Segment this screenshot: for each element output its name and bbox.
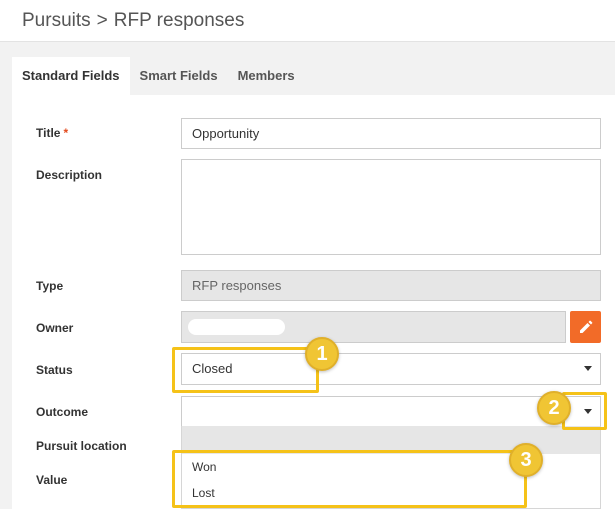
owner-pill	[188, 319, 285, 335]
status-label: Status	[36, 363, 73, 377]
title-input[interactable]: Opportunity	[181, 118, 601, 149]
pursuit-location-label: Pursuit location	[36, 439, 127, 453]
pencil-icon	[579, 320, 592, 333]
breadcrumb: Pursuits > RFP responses	[22, 10, 244, 32]
outcome-label: Outcome	[36, 405, 89, 419]
tab-bar: Standard Fields Smart Fields Members	[12, 57, 305, 95]
callout-badge-1: 1	[305, 337, 339, 371]
callout-badge-2: 2	[537, 391, 571, 425]
type-label: Type	[36, 279, 64, 293]
callout-box-options	[172, 450, 527, 508]
chevron-down-icon	[584, 366, 592, 371]
tab-members[interactable]: Members	[228, 57, 305, 95]
callout-box-status	[172, 347, 319, 393]
tab-standard-fields[interactable]: Standard Fields	[12, 57, 130, 95]
title-label: Title *	[36, 126, 69, 140]
breadcrumb-current: RFP responses	[113, 10, 245, 31]
tab-smart-fields[interactable]: Smart Fields	[130, 57, 228, 95]
owner-edit-button[interactable]	[570, 311, 601, 343]
page-header: Pursuits > RFP responses	[0, 0, 615, 42]
description-textarea[interactable]	[181, 159, 601, 255]
callout-badge-3: 3	[509, 443, 543, 477]
type-field: RFP responses	[181, 270, 601, 301]
breadcrumb-separator: >	[96, 10, 108, 31]
value-label: Value	[36, 473, 68, 487]
breadcrumb-parent[interactable]: Pursuits	[22, 10, 91, 31]
owner-field	[181, 311, 566, 343]
required-mark: *	[63, 126, 69, 140]
owner-label: Owner	[36, 321, 74, 335]
description-label: Description	[36, 168, 103, 182]
